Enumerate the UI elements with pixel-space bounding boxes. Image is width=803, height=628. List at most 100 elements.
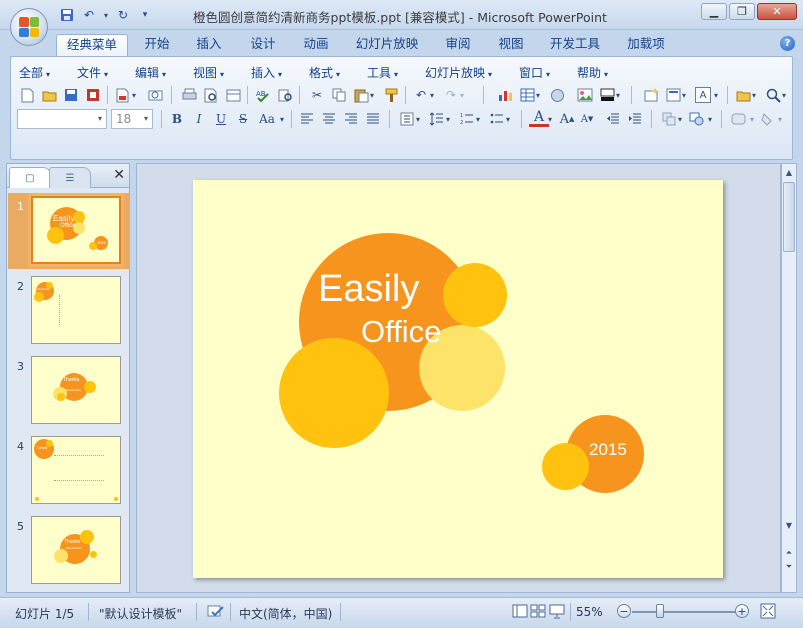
shape-fill-dropdown-icon[interactable]: ▾ bbox=[775, 109, 785, 129]
align-left-icon[interactable] bbox=[297, 109, 317, 129]
slide-year[interactable]: 2015 bbox=[589, 440, 627, 460]
shapes-dropdown-icon[interactable]: ▾ bbox=[705, 109, 715, 129]
help-icon[interactable]: ? bbox=[780, 36, 795, 51]
format-painter-icon[interactable] bbox=[381, 85, 401, 105]
copy-icon[interactable] bbox=[329, 85, 349, 105]
menu-view[interactable]: 视图 ▾ bbox=[193, 64, 224, 81]
decrease-font-icon[interactable]: A ▼ bbox=[577, 109, 597, 129]
vertical-scrollbar[interactable]: ▲ ▼ ⏶ ⏷ bbox=[781, 163, 797, 593]
spelling-icon[interactable]: AB bbox=[253, 85, 273, 105]
slides-tab[interactable]: ▢ bbox=[9, 167, 51, 188]
line-spacing-dropdown-icon[interactable]: ▾ bbox=[443, 109, 453, 129]
menu-slideshow[interactable]: 幻灯片放映 ▾ bbox=[425, 64, 492, 81]
fit-to-window-icon[interactable] bbox=[760, 603, 776, 622]
print-icon[interactable] bbox=[179, 85, 199, 105]
permission-icon[interactable] bbox=[83, 85, 103, 105]
tab-slideshow[interactable]: 幻灯片放映 bbox=[350, 34, 424, 56]
undo-icon[interactable]: ↶ bbox=[80, 6, 98, 24]
outline-tab[interactable]: ☰ bbox=[49, 167, 91, 188]
paste-dropdown-icon[interactable]: ▾ bbox=[367, 85, 377, 105]
menu-tools[interactable]: 工具 ▾ bbox=[367, 64, 398, 81]
zoom-slider-knob[interactable] bbox=[656, 604, 664, 618]
scroll-thumb[interactable] bbox=[783, 182, 795, 252]
bold-button[interactable]: B bbox=[167, 109, 187, 129]
slide-sorter-view-icon[interactable] bbox=[530, 603, 546, 622]
tab-view[interactable]: 视图 bbox=[490, 34, 532, 56]
close-pane-icon[interactable]: ✕ bbox=[113, 167, 125, 183]
decrease-indent-icon[interactable] bbox=[603, 109, 623, 129]
save-icon[interactable] bbox=[58, 6, 76, 24]
close-button[interactable]: ✕ bbox=[757, 3, 797, 20]
tab-addins[interactable]: 加载项 bbox=[618, 34, 674, 56]
tab-developer[interactable]: 开发工具 bbox=[543, 34, 607, 56]
folder-dropdown-icon[interactable]: ▾ bbox=[749, 85, 759, 105]
align-right-icon[interactable] bbox=[341, 109, 361, 129]
table-dropdown-icon[interactable]: ▾ bbox=[533, 85, 543, 105]
shadow-button[interactable]: S bbox=[233, 109, 253, 129]
normal-view-icon[interactable] bbox=[512, 603, 528, 622]
slide-thumbnail-4[interactable]: Detail bbox=[31, 436, 121, 504]
current-slide[interactable]: Easily Office 2015 bbox=[193, 180, 723, 578]
zoom-out-icon[interactable]: − bbox=[617, 604, 631, 618]
cut-icon[interactable]: ✂ bbox=[307, 85, 327, 105]
change-case-button[interactable]: Aa bbox=[255, 109, 279, 129]
tab-review[interactable]: 审阅 bbox=[437, 34, 479, 56]
open-icon[interactable] bbox=[39, 85, 59, 105]
menu-format[interactable]: 格式 ▾ bbox=[309, 64, 340, 81]
bullets-dropdown-icon[interactable]: ▾ bbox=[503, 109, 513, 129]
text-box-dropdown-icon[interactable]: ▾ bbox=[711, 85, 721, 105]
tab-classic-menu[interactable]: 经典菜单 bbox=[56, 34, 128, 56]
redo-icon[interactable]: ↻ bbox=[114, 6, 132, 24]
export-dropdown-icon[interactable]: ▾ bbox=[129, 85, 139, 105]
insert-picture-icon[interactable] bbox=[575, 85, 595, 105]
zoom-slider[interactable] bbox=[632, 611, 736, 613]
scroll-up-icon[interactable]: ▲ bbox=[782, 165, 796, 179]
menu-window[interactable]: 窗口 ▾ bbox=[519, 64, 550, 81]
shape-style-icon[interactable] bbox=[729, 109, 749, 129]
slide-thumbnail-2[interactable]: Contents bbox=[31, 276, 121, 344]
tab-insert[interactable]: 插入 bbox=[188, 34, 230, 56]
next-slide-icon[interactable]: ⏷ bbox=[782, 560, 796, 574]
slide-title[interactable]: Easily bbox=[318, 268, 419, 311]
font-name-combo[interactable]: ▾ bbox=[17, 109, 107, 129]
tab-design[interactable]: 设计 bbox=[242, 34, 284, 56]
previous-slide-icon[interactable]: ⏶ bbox=[782, 546, 796, 560]
increase-indent-icon[interactable] bbox=[625, 109, 645, 129]
slide-thumbnail-5[interactable]: Thanks Introduction bbox=[31, 516, 121, 584]
slide-thumbnail-1[interactable]: Easily Office 2015 bbox=[31, 196, 121, 264]
align-center-icon[interactable] bbox=[319, 109, 339, 129]
slide-sorter-icon[interactable] bbox=[223, 85, 243, 105]
font-color-dropdown-icon[interactable]: ▾ bbox=[545, 109, 555, 129]
text-box-icon[interactable]: A bbox=[695, 87, 711, 103]
menu-insert[interactable]: 插入 ▾ bbox=[251, 64, 282, 81]
justify-icon[interactable] bbox=[363, 109, 383, 129]
undo-list-icon[interactable]: ▾ bbox=[427, 85, 437, 105]
research-icon[interactable] bbox=[275, 85, 295, 105]
zoom-in-icon[interactable]: + bbox=[735, 604, 749, 618]
slide-thumbnail-3[interactable]: Thanks Introduction bbox=[31, 356, 121, 424]
tab-home[interactable]: 开始 bbox=[136, 34, 178, 56]
menu-edit[interactable]: 编辑 ▾ bbox=[135, 64, 166, 81]
slide-subtitle[interactable]: Office bbox=[361, 314, 441, 350]
zoom-level[interactable]: 55% bbox=[576, 605, 603, 619]
print-preview-icon[interactable] bbox=[201, 85, 221, 105]
shape-style-dropdown-icon[interactable]: ▾ bbox=[747, 109, 757, 129]
undo-dropdown-icon[interactable]: ▾ bbox=[102, 6, 110, 24]
increase-font-icon[interactable]: A ▲ bbox=[557, 109, 577, 129]
scroll-down-icon[interactable]: ▼ bbox=[782, 518, 796, 532]
slideshow-view-icon[interactable] bbox=[549, 603, 565, 622]
find-dropdown-icon[interactable]: ▾ bbox=[779, 85, 789, 105]
numbering-dropdown-icon[interactable]: ▾ bbox=[473, 109, 483, 129]
new-slide-icon[interactable] bbox=[641, 85, 661, 105]
italic-button[interactable]: I bbox=[189, 109, 209, 129]
tab-animation[interactable]: 动画 bbox=[295, 34, 337, 56]
attach-icon[interactable] bbox=[145, 85, 165, 105]
underline-button[interactable]: U bbox=[211, 109, 231, 129]
minimize-button[interactable]: ▁ bbox=[701, 3, 727, 20]
menu-file[interactable]: 文件 ▾ bbox=[77, 64, 108, 81]
font-size-combo[interactable]: 18 ▾ bbox=[111, 109, 153, 129]
color-fill-dropdown-icon[interactable]: ▾ bbox=[613, 85, 623, 105]
spell-check-icon[interactable] bbox=[206, 603, 226, 622]
new-icon[interactable] bbox=[17, 85, 37, 105]
chart-icon[interactable] bbox=[495, 85, 515, 105]
